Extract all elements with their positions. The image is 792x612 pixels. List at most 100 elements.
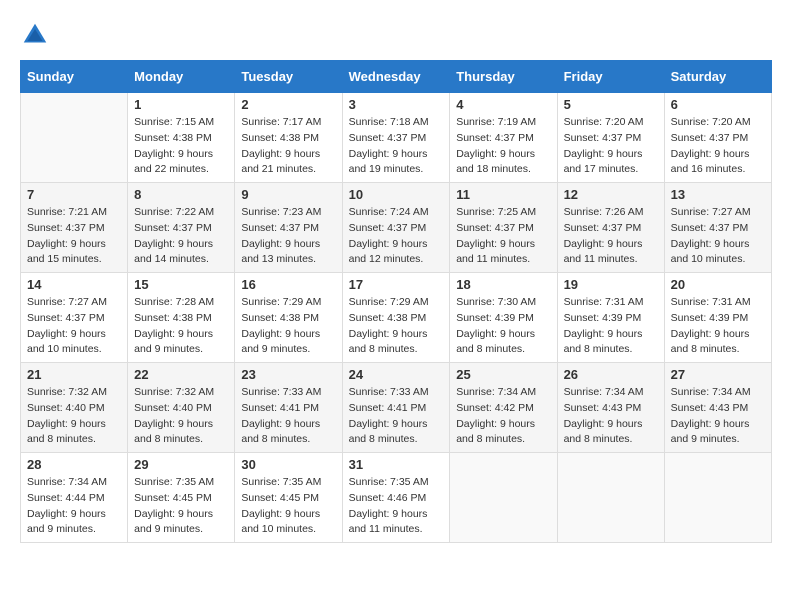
calendar-cell: 15 Sunrise: 7:28 AMSunset: 4:38 PMDayligh… xyxy=(128,273,235,363)
day-number: 16 xyxy=(241,277,335,292)
calendar-cell: 5 Sunrise: 7:20 AMSunset: 4:37 PMDaylight… xyxy=(557,93,664,183)
header-wednesday: Wednesday xyxy=(342,61,450,93)
day-number: 14 xyxy=(27,277,121,292)
calendar-cell: 14 Sunrise: 7:27 AMSunset: 4:37 PMDayligh… xyxy=(21,273,128,363)
day-number: 30 xyxy=(241,457,335,472)
day-number: 12 xyxy=(564,187,658,202)
calendar-cell: 30 Sunrise: 7:35 AMSunset: 4:45 PMDayligh… xyxy=(235,453,342,543)
day-info: Sunrise: 7:34 AMSunset: 4:44 PMDaylight:… xyxy=(27,475,121,538)
header-thursday: Thursday xyxy=(450,61,557,93)
calendar-cell: 20 Sunrise: 7:31 AMSunset: 4:39 PMDayligh… xyxy=(664,273,771,363)
day-info: Sunrise: 7:28 AMSunset: 4:38 PMDaylight:… xyxy=(134,295,228,358)
calendar-cell xyxy=(664,453,771,543)
page-header xyxy=(20,20,772,50)
day-number: 2 xyxy=(241,97,335,112)
day-number: 19 xyxy=(564,277,658,292)
calendar-cell: 4 Sunrise: 7:19 AMSunset: 4:37 PMDaylight… xyxy=(450,93,557,183)
day-number: 27 xyxy=(671,367,765,382)
calendar-cell: 12 Sunrise: 7:26 AMSunset: 4:37 PMDayligh… xyxy=(557,183,664,273)
day-info: Sunrise: 7:24 AMSunset: 4:37 PMDaylight:… xyxy=(349,205,444,268)
header-saturday: Saturday xyxy=(664,61,771,93)
day-number: 9 xyxy=(241,187,335,202)
calendar-cell: 25Sunrise: 7:34 AMSunset: 4:42 PMDayligh… xyxy=(450,363,557,453)
day-info: Sunrise: 7:27 AMSunset: 4:37 PMDaylight:… xyxy=(671,205,765,268)
calendar-cell: 26 Sunrise: 7:34 AMSunset: 4:43 PMDayligh… xyxy=(557,363,664,453)
calendar-cell: 16 Sunrise: 7:29 AMSunset: 4:38 PMDayligh… xyxy=(235,273,342,363)
day-info: Sunrise: 7:19 AMSunset: 4:37 PMDaylight:… xyxy=(456,115,550,178)
logo-icon xyxy=(20,20,50,50)
day-number: 13 xyxy=(671,187,765,202)
day-number: 5 xyxy=(564,97,658,112)
day-number: 23 xyxy=(241,367,335,382)
calendar-table: SundayMondayTuesdayWednesdayThursdayFrid… xyxy=(20,60,772,543)
calendar-week-row: 1 Sunrise: 7:15 AMSunset: 4:38 PMDaylight… xyxy=(21,93,772,183)
day-info: Sunrise: 7:34 AMSunset: 4:43 PMDaylight:… xyxy=(671,385,765,448)
calendar-cell: 17 Sunrise: 7:29 AMSunset: 4:38 PMDayligh… xyxy=(342,273,450,363)
calendar-week-row: 14 Sunrise: 7:27 AMSunset: 4:37 PMDayligh… xyxy=(21,273,772,363)
day-number: 15 xyxy=(134,277,228,292)
day-info: Sunrise: 7:29 AMSunset: 4:38 PMDaylight:… xyxy=(349,295,444,358)
day-info: Sunrise: 7:35 AMSunset: 4:45 PMDaylight:… xyxy=(241,475,335,538)
calendar-cell xyxy=(557,453,664,543)
calendar-cell xyxy=(21,93,128,183)
day-info: Sunrise: 7:31 AMSunset: 4:39 PMDaylight:… xyxy=(564,295,658,358)
header-monday: Monday xyxy=(128,61,235,93)
day-number: 28 xyxy=(27,457,121,472)
calendar-week-row: 28 Sunrise: 7:34 AMSunset: 4:44 PMDayligh… xyxy=(21,453,772,543)
day-number: 20 xyxy=(671,277,765,292)
day-info: Sunrise: 7:20 AMSunset: 4:37 PMDaylight:… xyxy=(564,115,658,178)
calendar-week-row: 21Sunrise: 7:32 AMSunset: 4:40 PMDayligh… xyxy=(21,363,772,453)
calendar-cell: 18 Sunrise: 7:30 AMSunset: 4:39 PMDayligh… xyxy=(450,273,557,363)
calendar-cell: 23 Sunrise: 7:33 AMSunset: 4:41 PMDayligh… xyxy=(235,363,342,453)
day-number: 22 xyxy=(134,367,228,382)
day-number: 7 xyxy=(27,187,121,202)
calendar-cell: 27 Sunrise: 7:34 AMSunset: 4:43 PMDayligh… xyxy=(664,363,771,453)
calendar-cell: 3Sunrise: 7:18 AMSunset: 4:37 PMDaylight… xyxy=(342,93,450,183)
day-info: Sunrise: 7:21 AMSunset: 4:37 PMDaylight:… xyxy=(27,205,121,268)
calendar-header-row: SundayMondayTuesdayWednesdayThursdayFrid… xyxy=(21,61,772,93)
day-info: Sunrise: 7:31 AMSunset: 4:39 PMDaylight:… xyxy=(671,295,765,358)
calendar-cell: 28 Sunrise: 7:34 AMSunset: 4:44 PMDayligh… xyxy=(21,453,128,543)
day-info: Sunrise: 7:32 AMSunset: 4:40 PMDaylight:… xyxy=(134,385,228,448)
day-info: Sunrise: 7:25 AMSunset: 4:37 PMDaylight:… xyxy=(456,205,550,268)
day-number: 18 xyxy=(456,277,550,292)
calendar-cell: 2 Sunrise: 7:17 AMSunset: 4:38 PMDaylight… xyxy=(235,93,342,183)
calendar-cell: 22 Sunrise: 7:32 AMSunset: 4:40 PMDayligh… xyxy=(128,363,235,453)
day-number: 31 xyxy=(349,457,444,472)
calendar-cell: 8 Sunrise: 7:22 AMSunset: 4:37 PMDaylight… xyxy=(128,183,235,273)
day-info: Sunrise: 7:30 AMSunset: 4:39 PMDaylight:… xyxy=(456,295,550,358)
calendar-cell: 9 Sunrise: 7:23 AMSunset: 4:37 PMDaylight… xyxy=(235,183,342,273)
day-number: 6 xyxy=(671,97,765,112)
calendar-cell: 19 Sunrise: 7:31 AMSunset: 4:39 PMDayligh… xyxy=(557,273,664,363)
day-number: 29 xyxy=(134,457,228,472)
day-number: 1 xyxy=(134,97,228,112)
calendar-cell: 24 Sunrise: 7:33 AMSunset: 4:41 PMDayligh… xyxy=(342,363,450,453)
day-info: Sunrise: 7:15 AMSunset: 4:38 PMDaylight:… xyxy=(134,115,228,178)
calendar-cell: 13 Sunrise: 7:27 AMSunset: 4:37 PMDayligh… xyxy=(664,183,771,273)
day-number: 26 xyxy=(564,367,658,382)
day-info: Sunrise: 7:29 AMSunset: 4:38 PMDaylight:… xyxy=(241,295,335,358)
calendar-cell: 31Sunrise: 7:35 AMSunset: 4:46 PMDayligh… xyxy=(342,453,450,543)
day-info: Sunrise: 7:33 AMSunset: 4:41 PMDaylight:… xyxy=(241,385,335,448)
day-number: 17 xyxy=(349,277,444,292)
day-number: 8 xyxy=(134,187,228,202)
day-number: 4 xyxy=(456,97,550,112)
day-info: Sunrise: 7:34 AMSunset: 4:43 PMDaylight:… xyxy=(564,385,658,448)
day-info: Sunrise: 7:23 AMSunset: 4:37 PMDaylight:… xyxy=(241,205,335,268)
day-info: Sunrise: 7:17 AMSunset: 4:38 PMDaylight:… xyxy=(241,115,335,178)
day-number: 10 xyxy=(349,187,444,202)
header-sunday: Sunday xyxy=(21,61,128,93)
header-friday: Friday xyxy=(557,61,664,93)
calendar-cell: 6 Sunrise: 7:20 AMSunset: 4:37 PMDaylight… xyxy=(664,93,771,183)
day-info: Sunrise: 7:20 AMSunset: 4:37 PMDaylight:… xyxy=(671,115,765,178)
calendar-cell xyxy=(450,453,557,543)
day-info: Sunrise: 7:32 AMSunset: 4:40 PMDaylight:… xyxy=(27,385,121,448)
calendar-cell: 10 Sunrise: 7:24 AMSunset: 4:37 PMDayligh… xyxy=(342,183,450,273)
logo xyxy=(20,20,54,50)
day-info: Sunrise: 7:22 AMSunset: 4:37 PMDaylight:… xyxy=(134,205,228,268)
day-info: Sunrise: 7:27 AMSunset: 4:37 PMDaylight:… xyxy=(27,295,121,358)
day-info: Sunrise: 7:26 AMSunset: 4:37 PMDaylight:… xyxy=(564,205,658,268)
day-info: Sunrise: 7:33 AMSunset: 4:41 PMDaylight:… xyxy=(349,385,444,448)
calendar-cell: 21Sunrise: 7:32 AMSunset: 4:40 PMDayligh… xyxy=(21,363,128,453)
day-number: 24 xyxy=(349,367,444,382)
